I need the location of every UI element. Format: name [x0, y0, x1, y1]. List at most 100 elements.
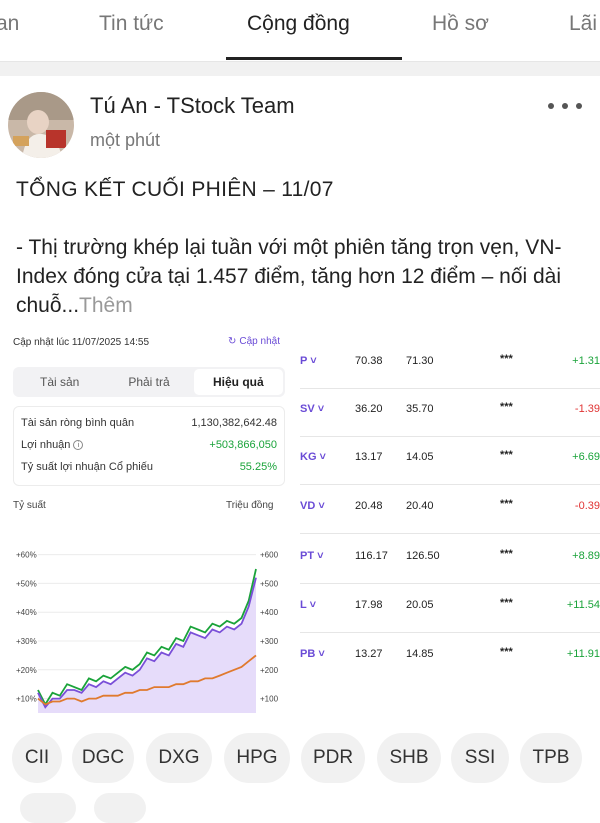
y-tick-label: +20% [16, 666, 37, 675]
ticker-chip-cii[interactable]: CII [12, 733, 62, 783]
ticker-chip-dxg[interactable]: DXG [146, 733, 212, 783]
see-more-link[interactable]: Thêm [79, 294, 133, 317]
quote-symbol: P ˅ [300, 355, 317, 367]
section-divider [0, 62, 600, 76]
quote-symbol: KG ˅ [300, 451, 326, 463]
quote-change: +11.91 [566, 648, 600, 660]
quote-divider [300, 484, 600, 485]
updated-time: Cập nhật lúc 11/07/2025 14:55 [13, 337, 150, 348]
y2-tick-label: +400 [260, 608, 279, 617]
refresh-button: ↻ Cập nhật [228, 336, 280, 347]
quote-masked-value: *** [500, 548, 513, 560]
quote-change: +11.54 [566, 599, 600, 611]
post-body: - Thị trường khép lại tuần với một phiên… [16, 233, 588, 320]
stat-value: +503,866,050 [209, 439, 277, 451]
quote-ref-price: 13.27 [355, 648, 383, 660]
quote-symbol: SV ˅ [300, 403, 325, 415]
quote-change: -1.39 [574, 403, 600, 415]
quote-masked-value: *** [500, 353, 513, 365]
quote-symbol: PT ˅ [300, 550, 324, 562]
tab-community[interactable]: Cộng đồng [247, 12, 350, 36]
y2-tick-label: +600 [260, 551, 279, 560]
author-avatar[interactable] [8, 92, 74, 158]
quote-ref-price: 20.48 [355, 500, 383, 512]
performance-stats: Tài sản ròng bình quân 1,130,382,642.48 … [13, 406, 285, 486]
y2-tick-label: +100 [260, 695, 279, 704]
quote-last-price: 35.70 [406, 403, 434, 415]
ticker-chip-pdr[interactable]: PDR [301, 733, 365, 783]
tab-partial-left[interactable]: an [0, 12, 19, 36]
quote-masked-value: *** [500, 498, 513, 510]
quote-masked-value: *** [500, 401, 513, 413]
quote-masked-value: *** [500, 449, 513, 461]
y2-tick-label: +300 [260, 637, 279, 646]
y-tick-label: +60% [16, 551, 37, 560]
y-tick-label: +30% [16, 637, 37, 646]
ticker-chip-shb[interactable]: SHB [377, 733, 441, 783]
quote-change: -0.39 [574, 500, 600, 512]
post-time: một phút [90, 130, 161, 150]
quote-divider [300, 632, 600, 633]
quote-last-price: 14.85 [406, 648, 434, 660]
stat-row: Tỷ suất lợi nhuận Cổ phiếu 55.25% [21, 461, 277, 479]
quote-masked-value: *** [500, 597, 513, 609]
quote-ref-price: 17.98 [355, 599, 383, 611]
stat-value: 55.25% [239, 461, 277, 473]
chart-area-fill [38, 577, 256, 713]
author-name[interactable]: Tú An - TStock Team [90, 93, 295, 119]
quote-divider [300, 533, 600, 534]
quote-ref-price: 13.17 [355, 451, 383, 463]
ticker-chip-partial[interactable] [20, 793, 76, 823]
quote-divider [300, 436, 600, 437]
segment-payables: Phải trả [128, 375, 170, 389]
ticker-chip-tpb[interactable]: TPB [520, 733, 582, 783]
post-image[interactable]: Cập nhật lúc 11/07/2025 14:55 ↻ Cập nhật … [0, 328, 600, 725]
stat-value: 1,130,382,642.48 [191, 417, 277, 429]
quote-masked-value: *** [500, 646, 513, 658]
active-tab-indicator [226, 57, 402, 60]
quote-change: +6.69 [572, 451, 600, 463]
y-tick-label: +10% [16, 695, 37, 704]
stat-row: Tài sản ròng bình quân 1,130,382,642.48 [21, 417, 277, 435]
quote-symbol: VD ˅ [300, 500, 325, 512]
quote-last-price: 20.05 [406, 599, 434, 611]
quote-change: +1.31 [572, 355, 600, 367]
refresh-icon: ↻ [228, 336, 237, 347]
quote-change: +8.89 [572, 550, 600, 562]
ticker-chips: CII DGC DXG HPG PDR SHB SSI TPB [0, 733, 600, 785]
tab-profile[interactable]: Hồ sơ [432, 12, 489, 36]
y-tick-label: +40% [16, 608, 37, 617]
stat-label: Tài sản ròng bình quân [21, 417, 135, 429]
refresh-label: Cập nhật [239, 336, 280, 347]
quote-last-price: 20.40 [406, 500, 434, 512]
stat-label: Lợi nhuận [21, 439, 71, 451]
segment-performance: Hiệu quả [193, 369, 283, 395]
y2-tick-label: +200 [260, 666, 279, 675]
quote-ref-price: 70.38 [355, 355, 383, 367]
info-icon: i [73, 440, 84, 451]
ticker-chip-dgc[interactable]: DGC [72, 733, 134, 783]
axis-label-left: Tỷ suất [13, 500, 46, 511]
quote-divider [300, 583, 600, 584]
quote-ref-price: 36.20 [355, 403, 383, 415]
segment-control: Tài sản Phải trả Hiệu quả [13, 367, 285, 397]
performance-chart: +10% +100 +20% +200 +30% +300 +40% +400 +50% +500… [16, 551, 279, 713]
more-options-icon[interactable] [548, 96, 582, 116]
quote-last-price: 14.05 [406, 451, 434, 463]
axis-label-right: Triệu đồng [226, 500, 274, 511]
segment-assets: Tài sản [39, 375, 80, 389]
y-tick-label: +50% [16, 579, 37, 588]
ticker-chip-partial[interactable] [94, 793, 146, 823]
tab-news[interactable]: Tin tức [99, 12, 164, 36]
quote-symbol: PB ˅ [300, 648, 325, 660]
stat-row: Lợi nhuận i +503,866,050 [21, 439, 277, 457]
ticker-chip-hpg[interactable]: HPG [224, 733, 290, 783]
quote-last-price: 71.30 [406, 355, 434, 367]
tab-partial-right[interactable]: Lãi [569, 12, 597, 36]
quote-last-price: 126.50 [406, 550, 440, 562]
post-headline: TỔNG KẾT CUỐI PHIÊN – 11/07 [16, 178, 334, 201]
quote-ref-price: 116.17 [355, 550, 388, 562]
ticker-chip-ssi[interactable]: SSI [451, 733, 509, 783]
y2-tick-label: +500 [260, 579, 279, 588]
quote-divider [300, 388, 600, 389]
